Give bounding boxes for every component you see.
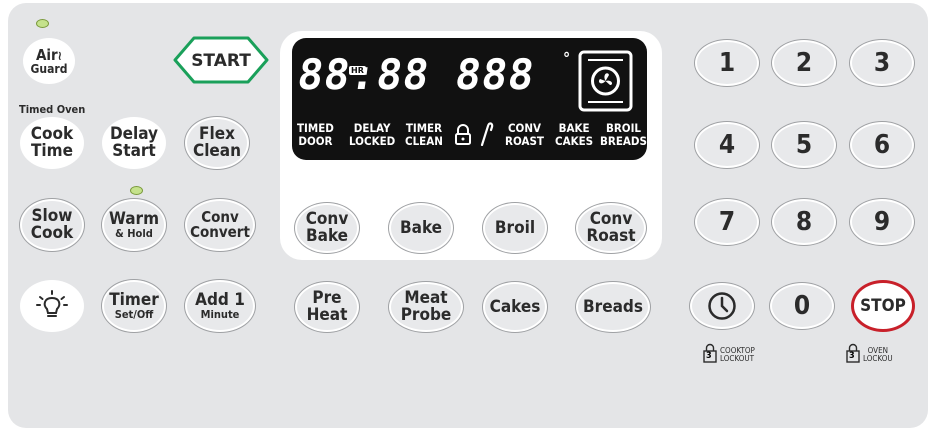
indicator-delay-locked: DELAY LOCKED (349, 122, 395, 147)
probe-icon (479, 120, 495, 150)
airguard-label-1: Air (35, 45, 58, 64)
meat-probe-label-2: Probe (400, 305, 452, 325)
clock-icon (708, 292, 736, 320)
key-4[interactable]: 4 (695, 122, 759, 168)
indicator-conv: CONV (507, 121, 542, 135)
timer-button[interactable]: Timer Set/Off (102, 280, 166, 332)
conv-bake-button[interactable]: Conv Bake (295, 203, 359, 253)
key-6-label: 6 (873, 130, 891, 160)
light-bulb-icon (36, 290, 68, 317)
indicator-door: DOOR (298, 133, 333, 148)
delay-start-label-2: Start (112, 141, 156, 161)
airguard-label-2: Guard (30, 61, 68, 76)
key-2-label: 2 (795, 48, 813, 78)
stop-button[interactable]: STOP (851, 280, 915, 332)
indicator-broil-breads: BROIL BREADS (600, 122, 647, 147)
slow-cook-label-2: Cook (30, 223, 74, 243)
add-1-minute-button[interactable]: Add 1 Minute (185, 280, 255, 332)
key-9-label: 9 (873, 207, 891, 237)
oven-lockout-caption: 3 OVEN LOCKOU (846, 343, 893, 363)
key-0-label: 0 (793, 291, 811, 321)
flex-clean-button[interactable]: Flex Clean (185, 117, 249, 169)
bake-label: Bake (399, 217, 443, 238)
indicator-locked: LOCKED (349, 133, 396, 148)
conv-convert-label-2: Convert (190, 223, 250, 241)
add-1-minute-label-1: Add 1 (195, 290, 245, 310)
indicator-broil: BROIL (605, 121, 642, 135)
key-0[interactable]: 0 (770, 283, 834, 329)
add-1-minute-label-2: Minute (200, 308, 240, 321)
lcd-degree-symbol: ° (563, 49, 571, 68)
conv-convert-button[interactable]: Conv Convert (185, 199, 255, 251)
key-8[interactable]: 8 (772, 199, 836, 245)
convection-fan-icon (578, 50, 633, 112)
indicator-conv-roast: CONV ROAST (505, 122, 544, 147)
breads-button[interactable]: Breads (576, 282, 650, 332)
cakes-button[interactable]: Cakes (483, 282, 547, 332)
indicator-clean: CLEAN (405, 133, 443, 148)
lcd-hr-badge: HR (349, 66, 366, 75)
indicator-bake-cakes: BAKE CAKES (555, 122, 593, 147)
indicator-cakes: CAKES (555, 133, 594, 148)
stop-label: STOP (860, 295, 906, 316)
preheat-label-2: Heat (306, 305, 348, 325)
key-9[interactable]: 9 (850, 199, 914, 245)
warm-hold-label-2: & Hold (115, 227, 153, 240)
indicator-timed: TIMED (297, 121, 334, 135)
key-1[interactable]: 1 (695, 40, 759, 86)
start-button[interactable]: START (172, 35, 270, 85)
airguard-button[interactable]: Air≀ Guard (23, 38, 75, 84)
lock-icon (454, 124, 472, 150)
key-6[interactable]: 6 (850, 122, 914, 168)
oven-lockout-line2: LOCKOU (863, 354, 893, 363)
bake-button[interactable]: Bake (389, 203, 453, 253)
indicator-delay: DELAY (353, 121, 391, 135)
flex-clean-label-2: Clean (192, 141, 242, 161)
indicator-bake: BAKE (558, 121, 590, 135)
key-5[interactable]: 5 (772, 122, 836, 168)
key-5-label: 5 (795, 130, 813, 160)
timer-label-2: Set/Off (114, 308, 154, 321)
meat-probe-button[interactable]: Meat Probe (389, 282, 463, 332)
cooktop-lockout-hold: 3 (706, 351, 712, 361)
warm-hold-button[interactable]: Warm & Hold (102, 199, 166, 251)
clock-button[interactable] (690, 283, 754, 329)
conv-roast-label-2: Roast (586, 226, 636, 246)
indicator-timer: TIMER (405, 121, 443, 135)
broil-label: Broil (494, 217, 536, 238)
timed-oven-caption: Timed Oven (19, 103, 86, 116)
start-label: START (191, 51, 251, 71)
cooktop-lockout-caption: 3 COOKTOP LOCKOUT (703, 343, 755, 363)
cook-time-label-2: Time (31, 141, 73, 161)
lcd-digits: 88:88 888 (294, 50, 539, 99)
indicator-breads: BREADS (600, 133, 647, 148)
preheat-button[interactable]: Pre Heat (295, 282, 359, 332)
conv-bake-label-2: Bake (305, 226, 349, 246)
cakes-label: Cakes (489, 296, 541, 317)
breads-label: Breads (583, 296, 643, 317)
key-4-label: 4 (718, 130, 736, 160)
key-2[interactable]: 2 (772, 40, 836, 86)
key-8-label: 8 (795, 207, 813, 237)
indicator-timed-door: TIMED DOOR (297, 122, 334, 147)
delay-start-button[interactable]: Delay Start (102, 117, 166, 169)
key-7[interactable]: 7 (695, 199, 759, 245)
indicator-roast: ROAST (505, 133, 544, 148)
conv-roast-button[interactable]: Conv Roast (576, 203, 646, 253)
broil-button[interactable]: Broil (483, 203, 547, 253)
indicator-timer-clean: TIMER CLEAN (405, 122, 443, 147)
key-3[interactable]: 3 (850, 40, 914, 86)
oven-lockout-hold: 3 (849, 351, 855, 361)
key-7-label: 7 (718, 207, 736, 237)
oven-light-button[interactable] (20, 280, 84, 332)
warm-hold-indicator-led (130, 186, 143, 195)
airguard-indicator-led (36, 19, 49, 28)
slow-cook-button[interactable]: Slow Cook (20, 199, 84, 251)
cook-time-button[interactable]: Cook Time (20, 117, 84, 169)
timer-label-1: Timer (109, 290, 159, 310)
cooktop-lockout-line2: LOCKOUT (720, 354, 755, 363)
key-3-label: 3 (873, 48, 891, 78)
warm-hold-label-1: Warm (108, 209, 160, 229)
key-1-label: 1 (718, 48, 736, 78)
